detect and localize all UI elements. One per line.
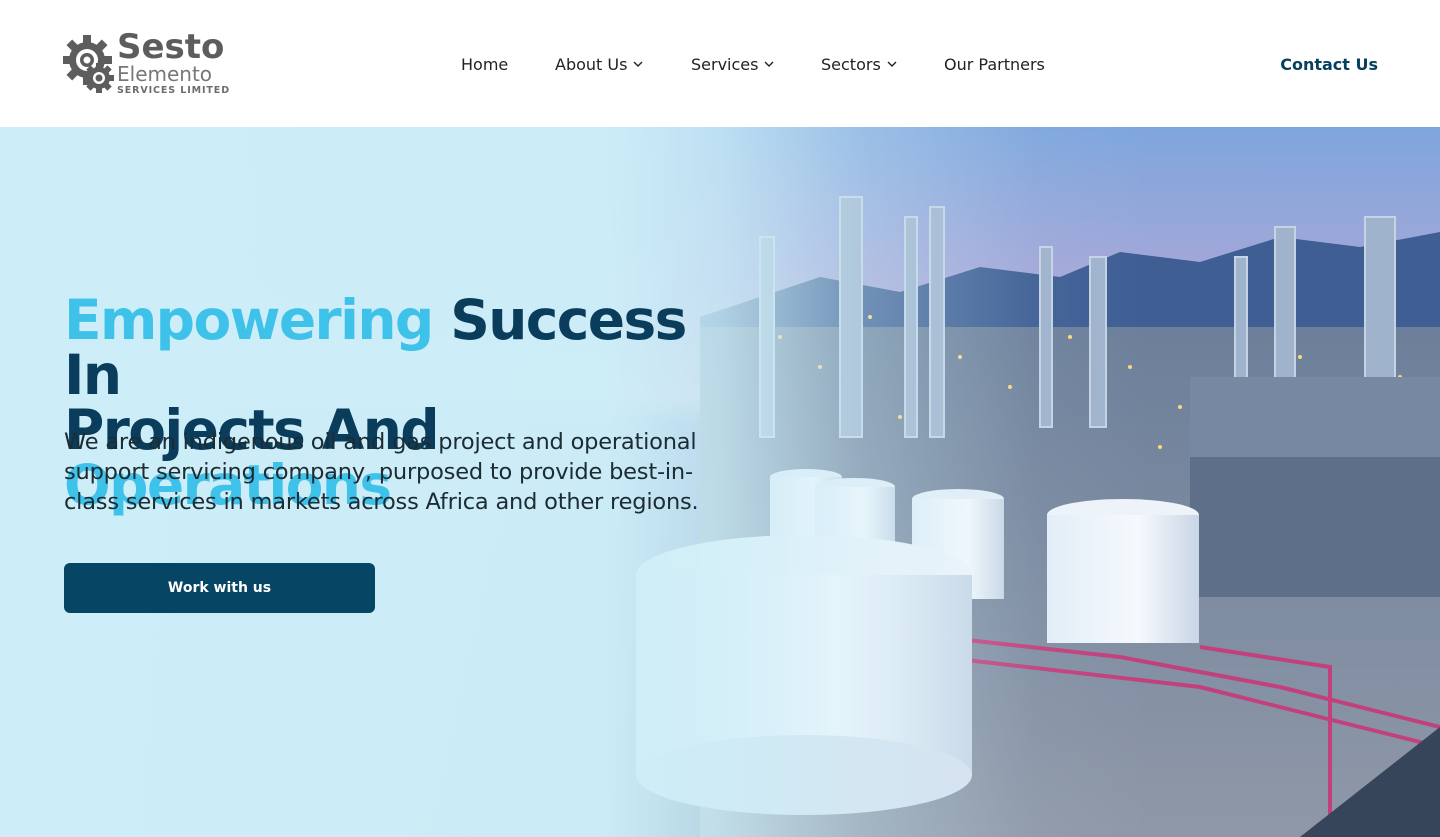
- nav-item-label: Sectors: [821, 54, 881, 74]
- brand-tagline: SERVICES LIMITED: [117, 85, 230, 96]
- hero-section: Empowering Success In Projects And Operat…: [0, 127, 1440, 837]
- nav-item-home[interactable]: Home: [461, 50, 508, 78]
- nav-item-about-us[interactable]: About Us: [555, 50, 643, 78]
- nav-item-label: Our Partners: [944, 54, 1045, 74]
- contact-us-link[interactable]: Contact Us: [1280, 50, 1378, 78]
- nav-item-sectors[interactable]: Sectors: [821, 50, 897, 78]
- hero-subtitle: We are an indigenous oil and gas project…: [64, 429, 699, 515]
- chevron-down-icon: [887, 61, 897, 67]
- nav-item-label: About Us: [555, 54, 628, 74]
- chevron-down-icon: [764, 61, 774, 67]
- nav-item-label: Services: [691, 54, 759, 74]
- nav-item-our-partners[interactable]: Our Partners: [944, 50, 1045, 78]
- nav-item-services[interactable]: Services: [691, 50, 774, 78]
- work-with-us-button[interactable]: Work with us: [64, 563, 375, 613]
- site-header: Sesto Elemento SERVICES LIMITED Home Abo…: [0, 0, 1440, 127]
- main-nav: Home About Us Services Sectors Our Partn…: [0, 50, 1440, 78]
- chevron-down-icon: [633, 61, 643, 67]
- nav-item-label: Home: [461, 54, 509, 74]
